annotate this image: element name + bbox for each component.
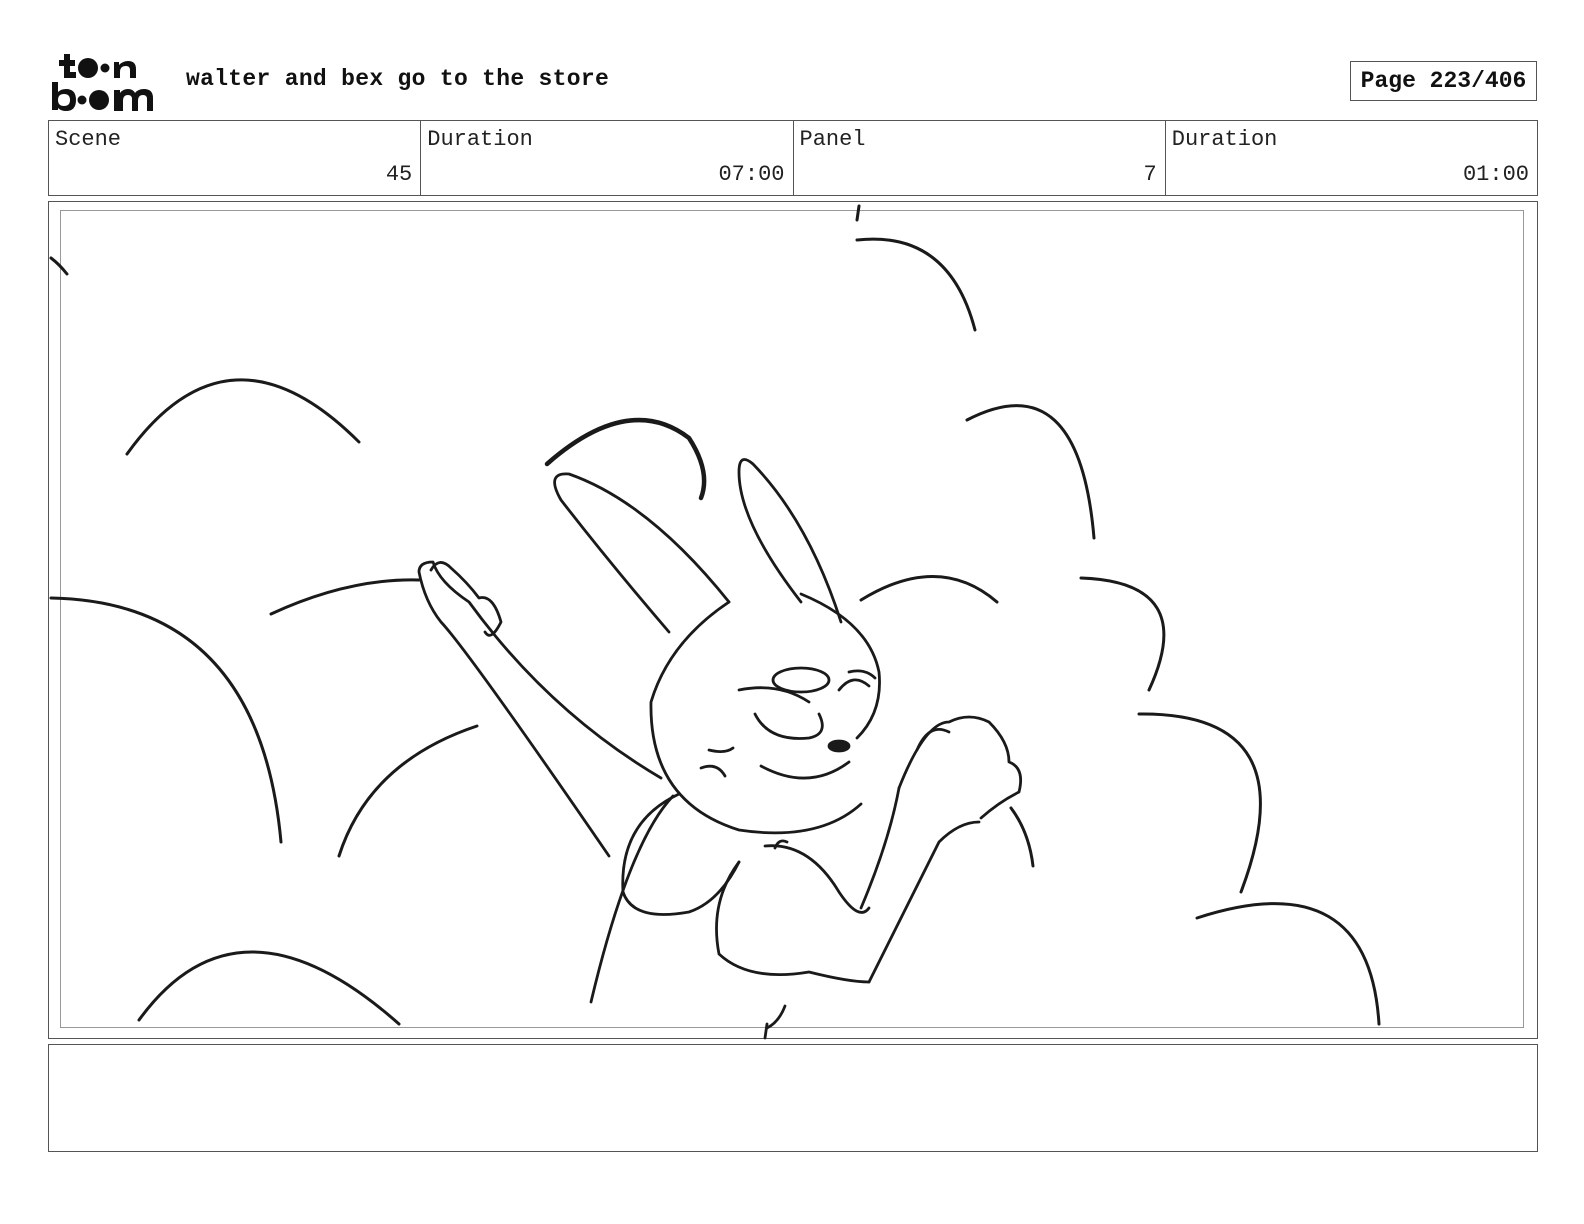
scene-duration-label: Duration — [427, 127, 533, 152]
page-indicator: Page 223/406 — [1350, 61, 1537, 101]
panel-duration-label: Duration — [1171, 127, 1278, 152]
scene-duration-cell: Duration 07:00 — [421, 121, 794, 195]
storyboard-panel — [48, 201, 1538, 1040]
scene-value: 45 — [385, 162, 413, 187]
scene-cell: Scene 45 — [49, 121, 422, 195]
document-title: walter and bex go to the store — [186, 66, 610, 92]
panel-duration-value: 01:00 — [1462, 162, 1529, 187]
scene-duration-value: 07:00 — [718, 162, 785, 187]
panel-label: Panel — [799, 127, 866, 152]
panel-notes-box — [48, 1044, 1538, 1152]
panel-duration-cell: Duration 01:00 — [1166, 121, 1537, 195]
scene-label: Scene — [55, 127, 122, 152]
panel-sketch — [49, 204, 1381, 1040]
panel-value: 7 — [1143, 162, 1157, 187]
scene-info-table: Scene 45 Duration 07:00 Panel 7 Duration… — [48, 120, 1538, 196]
panel-cell: Panel 7 — [794, 121, 1166, 195]
toon-boom-logo — [52, 54, 153, 111]
